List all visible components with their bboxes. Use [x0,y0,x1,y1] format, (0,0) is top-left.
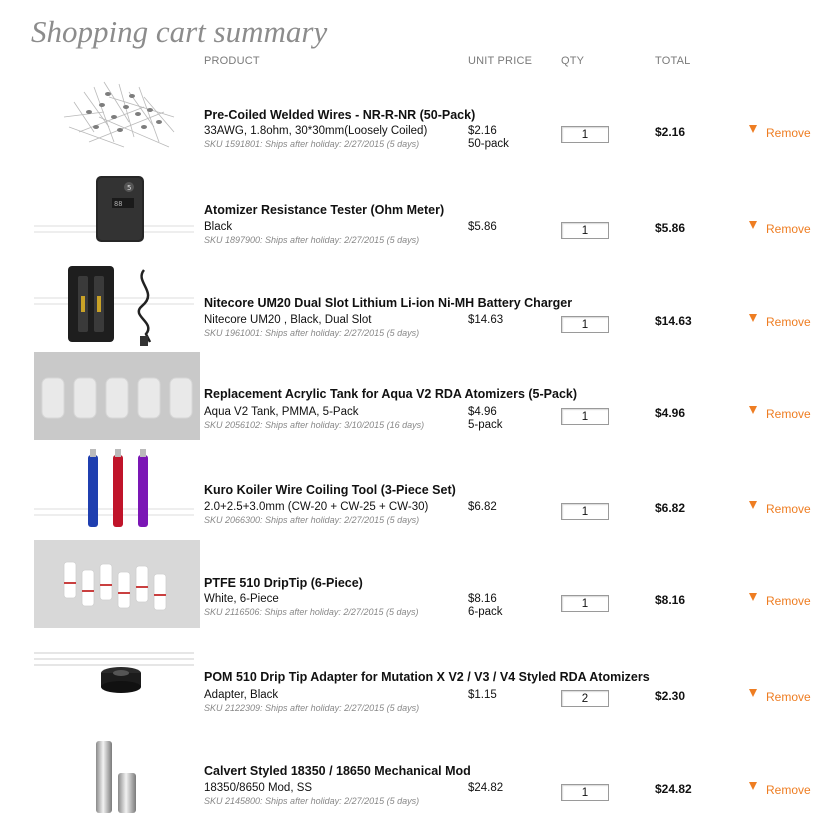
column-header-total: TOTAL [655,55,691,67]
triangle-down-icon [749,406,757,414]
pack-size: 6-pack [468,606,503,618]
product-image-coiled-wires[interactable] [34,72,200,160]
unit-price: $14.63 [468,314,504,326]
unit-price: $6.82 [468,501,497,513]
remove-button[interactable]: Remove [749,501,811,516]
product-sku-shipping: SKU 2116506: Ships after holiday: 2/27/2… [204,607,419,617]
product-sku-shipping: SKU 1961001: Ships after holiday: 2/27/2… [204,328,420,338]
quantity-input[interactable] [561,503,609,520]
remove-label: Remove [766,594,811,608]
product-variant: Nitecore UM20 , Black, Dual Slot [204,314,372,326]
quantity-input[interactable] [561,690,609,707]
line-total: $2.16 [655,125,686,139]
cart-item-row: POM 510 Drip Tip Adapter for Mutation X … [0,633,831,725]
product-image-battery-charger[interactable] [34,262,200,350]
product-image-acrylic-tanks[interactable] [34,352,200,440]
cart-item-row: 5 88 Atomizer Resistance Tester (Ohm Met… [0,168,831,260]
product-variant: Adapter, Black [204,689,279,701]
remove-label: Remove [766,690,811,704]
product-name[interactable]: Pre-Coiled Welded Wires - NR-R-NR (50-Pa… [204,108,475,122]
line-total: $24.82 [655,782,692,796]
unit-price: $4.96 [468,406,497,418]
product-variant: Black [204,221,233,233]
remove-button[interactable]: Remove [749,406,811,421]
remove-label: Remove [766,502,811,516]
product-variant: 2.0+2.5+3.0mm (CW-20 + CW-25 + CW-30) [204,501,429,513]
remove-button[interactable]: Remove [749,314,811,329]
product-name[interactable]: Nitecore UM20 Dual Slot Lithium Li-ion N… [204,296,572,310]
quantity-input[interactable] [561,316,609,333]
quantity-input[interactable] [561,784,609,801]
unit-price: $24.82 [468,782,504,794]
pack-size: 50-pack [468,138,509,150]
page-title: Shopping cart summary [31,14,328,49]
product-variant: Aqua V2 Tank, PMMA, 5-Pack [204,406,359,418]
product-name[interactable]: POM 510 Drip Tip Adapter for Mutation X … [204,670,650,684]
column-header-product: PRODUCT [204,55,260,67]
product-name[interactable]: Replacement Acrylic Tank for Aqua V2 RDA… [204,387,577,401]
product-variant: 18350/8650 Mod, SS [204,782,313,794]
line-total: $14.63 [655,314,692,328]
unit-price: $8.16 [468,593,497,605]
line-total: $6.82 [655,501,686,515]
product-name[interactable]: Atomizer Resistance Tester (Ohm Meter) [204,203,444,217]
product-sku-shipping: SKU 2066300: Ships after holiday: 2/27/2… [204,515,420,525]
product-image-drip-tip-adapter[interactable] [34,633,200,721]
triangle-down-icon [749,782,757,790]
column-header-qty: QTY [561,55,585,67]
product-image-mechanical-mod[interactable] [34,727,200,815]
product-sku-shipping: SKU 2056102: Ships after holiday: 3/10/2… [204,420,425,430]
svg-text:5: 5 [127,184,131,192]
cart-item-row: Pre-Coiled Welded Wires - NR-R-NR (50-Pa… [0,72,831,164]
remove-button[interactable]: Remove [749,593,811,608]
triangle-down-icon [749,125,757,133]
remove-label: Remove [766,783,811,797]
pack-size: 5-pack [468,419,503,431]
quantity-input[interactable] [561,222,609,239]
unit-price: $1.15 [468,689,497,701]
cart-item-row: PTFE 510 DripTip (6-Piece) White, 6-Piec… [0,540,831,632]
column-header-unit-price: UNIT PRICE [468,55,533,67]
product-sku-shipping: SKU 1897900: Ships after holiday: 2/27/2… [204,235,420,245]
line-total: $2.30 [655,689,686,703]
cart-item-row: Kuro Koiler Wire Coiling Tool (3-Piece S… [0,447,831,539]
product-name[interactable]: Calvert Styled 18350 / 18650 Mechanical … [204,764,471,778]
triangle-down-icon [749,314,757,322]
quantity-input[interactable] [561,126,609,143]
unit-price: $2.16 [468,125,497,137]
remove-button[interactable]: Remove [749,125,811,140]
product-sku-shipping: SKU 2145800: Ships after holiday: 2/27/2… [204,796,420,806]
remove-label: Remove [766,407,811,421]
remove-button[interactable]: Remove [749,689,811,704]
product-sku-shipping: SKU 2122309: Ships after holiday: 2/27/2… [204,703,420,713]
remove-label: Remove [766,315,811,329]
line-total: $5.86 [655,221,686,235]
triangle-down-icon [749,501,757,509]
product-image-ohm-meter[interactable]: 5 88 [34,168,200,256]
product-name[interactable]: Kuro Koiler Wire Coiling Tool (3-Piece S… [204,483,456,497]
remove-label: Remove [766,126,811,140]
line-total: $4.96 [655,406,686,420]
triangle-down-icon [749,689,757,697]
remove-button[interactable]: Remove [749,221,811,236]
triangle-down-icon [749,221,757,229]
remove-button[interactable]: Remove [749,782,811,797]
product-image-drip-tips[interactable] [34,540,200,628]
product-image-coiling-tools[interactable] [34,447,200,535]
line-total: $8.16 [655,593,686,607]
unit-price: $5.86 [468,221,497,233]
cart-item-row: Nitecore UM20 Dual Slot Lithium Li-ion N… [0,262,831,354]
svg-text:88: 88 [114,200,122,208]
product-sku-shipping: SKU 1591801: Ships after holiday: 2/27/2… [204,139,420,149]
remove-label: Remove [766,222,811,236]
triangle-down-icon [749,593,757,601]
quantity-input[interactable] [561,595,609,612]
product-variant: 33AWG, 1.8ohm, 30*30mm(Loosely Coiled) [204,125,428,137]
cart-item-row: Replacement Acrylic Tank for Aqua V2 RDA… [0,352,831,444]
cart-item-row: Calvert Styled 18350 / 18650 Mechanical … [0,727,831,819]
product-variant: White, 6-Piece [204,593,279,605]
quantity-input[interactable] [561,408,609,425]
product-name[interactable]: PTFE 510 DripTip (6-Piece) [204,576,363,590]
